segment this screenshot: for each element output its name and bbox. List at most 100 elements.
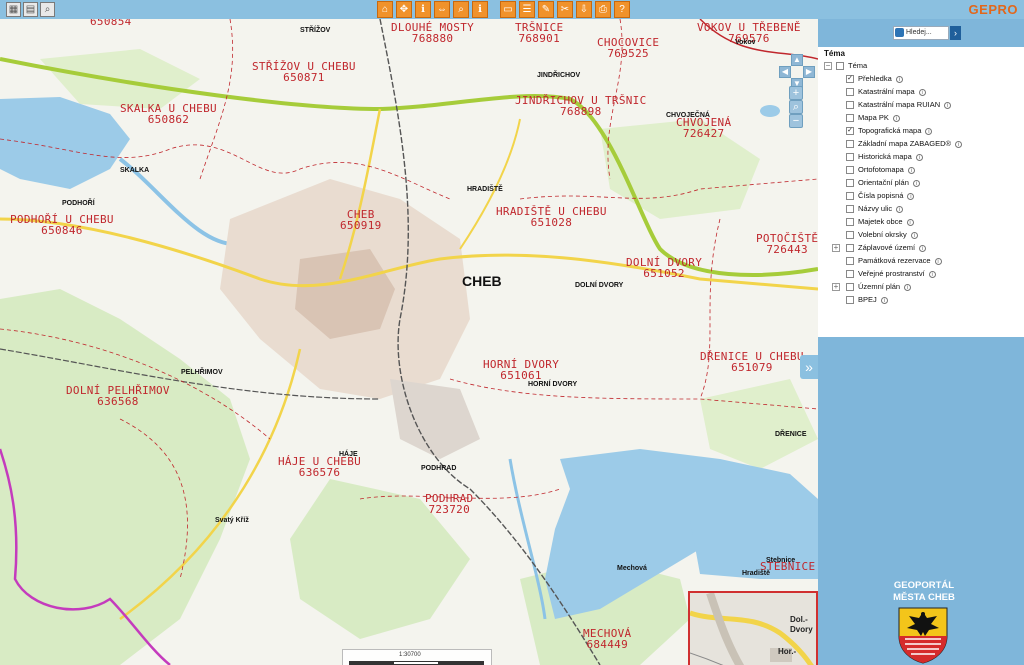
print-icon[interactable]: ▤	[23, 2, 38, 17]
info-icon[interactable]: i	[925, 127, 933, 135]
info-icon[interactable]: i	[955, 140, 963, 148]
place-label: CHOCOVICE 769525	[597, 37, 659, 59]
geoportal-title: GEOPORTÁL MĚSTA CHEB	[889, 580, 959, 604]
place-code: 650846	[41, 224, 83, 237]
layer-checkbox[interactable]	[846, 192, 854, 200]
expand-icon[interactable]: +	[832, 283, 840, 291]
layer-checkbox[interactable]: ✓	[846, 127, 854, 135]
village-label: HRADIŠTĚ	[467, 186, 503, 193]
geoportal-line-1: GEOPORTÁL	[893, 580, 955, 591]
pan-control[interactable]: ▲ ◀ ▶ ▼	[779, 54, 815, 90]
print-icon[interactable]: ⎙	[595, 1, 611, 18]
village-label: Mechová	[617, 565, 647, 572]
identify-icon[interactable]: ℹ	[415, 1, 431, 18]
place-code: 684449	[586, 638, 628, 651]
scale-bar-graphic	[349, 661, 484, 665]
zoom-box-icon[interactable]: ⌕	[789, 100, 803, 114]
layer-checkbox[interactable]	[846, 244, 854, 252]
village-label: PODHOŘÍ	[62, 200, 95, 207]
panel-collapse-button[interactable]: »	[800, 355, 818, 379]
layer-checkbox[interactable]	[846, 257, 854, 265]
layer-checkbox[interactable]	[846, 88, 854, 96]
layer-label: Katastrální mapa RUIAN i	[858, 99, 952, 111]
info-icon[interactable]: i	[934, 257, 942, 265]
place-label: CHVOJENÁ 726427	[676, 117, 731, 139]
info-icon[interactable]: i	[944, 101, 952, 109]
zoom-in-button[interactable]: +	[789, 86, 803, 100]
layer-label: Názvy ulic i	[858, 203, 904, 215]
info-icon[interactable]: i	[907, 192, 915, 200]
village-label: DOLNÍ DVORY	[575, 282, 624, 289]
info-icon[interactable]: i	[880, 296, 888, 304]
village-label: Svatý Kříž	[215, 517, 249, 524]
expand-icon[interactable]: +	[832, 244, 840, 252]
checkbox[interactable]	[836, 62, 844, 70]
layer-panel: Hledej... › Téma − Téma ✓ Přehledka i Katas…	[818, 19, 1024, 665]
layer-checkbox[interactable]: ✓	[846, 75, 854, 83]
layer-checkbox[interactable]	[846, 270, 854, 278]
info-icon[interactable]: i	[919, 244, 927, 252]
draw-icon[interactable]: ✎	[538, 1, 554, 18]
place-label: DOLNÍ DVORY 651052	[626, 257, 702, 279]
export-icon[interactable]: ⇩	[576, 1, 592, 18]
info-icon[interactable]: i	[895, 75, 903, 83]
info-icon[interactable]: i	[928, 270, 936, 278]
collapse-icon[interactable]: −	[824, 62, 832, 70]
layer-checkbox[interactable]	[846, 231, 854, 239]
home-icon[interactable]: ⌂	[377, 1, 393, 18]
info-icon[interactable]: i	[907, 166, 915, 174]
map-canvas[interactable]: 650854 DLOUHÉ MOSTY 768880 TRŠNICE 768901 CHO…	[0, 19, 818, 665]
village-label: STŘÍŽOV	[300, 27, 331, 34]
info-icon[interactable]: i	[904, 283, 912, 291]
layers-icon[interactable]: ☰	[519, 1, 535, 18]
layer-checkbox[interactable]	[846, 218, 854, 226]
village-label: SKALKA	[120, 167, 150, 174]
info-icon[interactable]: i	[892, 114, 900, 122]
layer-label: Čísla popisná i	[858, 190, 915, 202]
help-icon[interactable]: ?	[614, 1, 630, 18]
layer-checkbox[interactable]	[846, 153, 854, 161]
layer-checkbox[interactable]	[846, 114, 854, 122]
pan-up-icon[interactable]: ▲	[791, 54, 803, 66]
pan-left-icon[interactable]: ◀	[779, 66, 791, 78]
cut-icon[interactable]: ✂	[557, 1, 573, 18]
village-label: HÁJE	[339, 451, 358, 458]
zoom-out-button[interactable]: −	[789, 114, 803, 128]
layer-checkbox[interactable]	[846, 179, 854, 187]
layer-checkbox[interactable]	[846, 283, 854, 291]
layer-root-label: Téma	[848, 61, 868, 70]
layer-label: Územní plán i	[858, 281, 912, 293]
search-icon[interactable]: ⌕	[453, 1, 469, 18]
map-layers-icon[interactable]: ▦	[6, 2, 21, 17]
info-icon[interactable]: i	[915, 153, 923, 161]
magnify-icon[interactable]: ⌕	[40, 2, 55, 17]
place-label: MECHOVÁ 684449	[583, 628, 631, 650]
layer-checkbox[interactable]	[846, 166, 854, 174]
pan-icon[interactable]: ✥	[396, 1, 412, 18]
village-label: Vokov	[735, 39, 756, 46]
info-icon[interactable]: i	[912, 179, 920, 187]
layer-label: Mapa PK i	[858, 112, 900, 124]
layer-label: Záplavové území i	[858, 242, 927, 254]
select-icon[interactable]: ▭	[500, 1, 516, 18]
place-code: 636568	[97, 395, 139, 408]
place-code: 726427	[682, 127, 725, 140]
info-icon[interactable]: i	[910, 231, 918, 239]
layer-checkbox[interactable]	[846, 296, 854, 304]
place-code: 768898	[559, 105, 602, 118]
place-name: 650854	[90, 19, 132, 28]
measure-icon[interactable]: ⇔	[434, 1, 450, 18]
info-icon[interactable]: i	[918, 88, 926, 96]
search-go-button[interactable]: ›	[950, 26, 961, 40]
layer-checkbox[interactable]	[846, 140, 854, 148]
info-icon[interactable]: i	[906, 218, 914, 226]
layer-checkbox[interactable]	[846, 205, 854, 213]
place-label: TRŠNICE 768901	[515, 22, 563, 44]
layer-checkbox[interactable]	[846, 101, 854, 109]
place-label: STŘÍŽOV U CHEBU 650871	[252, 61, 356, 83]
info-icon[interactable]: i	[896, 205, 904, 213]
info-icon[interactable]: ℹ	[472, 1, 488, 18]
village-label: HORNÍ DVORY	[528, 381, 578, 388]
overview-map[interactable]: Dol.- Dvory Hor.-	[688, 591, 818, 665]
pan-right-icon[interactable]: ▶	[803, 66, 815, 78]
